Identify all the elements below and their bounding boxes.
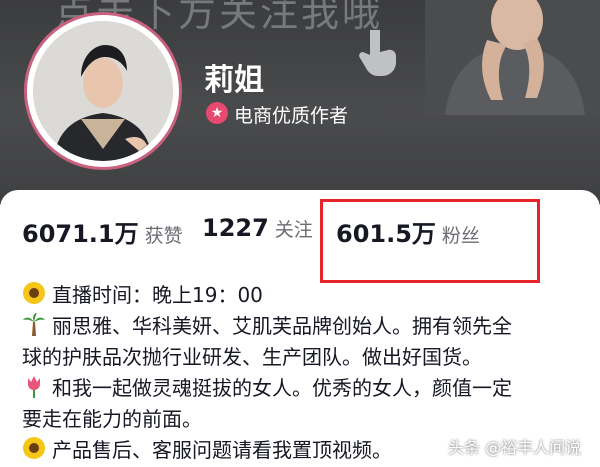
stat-likes-value: 6071.1万 <box>22 220 139 248</box>
profile-info-card: 6071.1万 获赞 1227 关注 601.5万 粉丝 直播时间：晚上19：00 丽… <box>0 190 600 467</box>
followers-highlight-box <box>320 199 540 283</box>
certification-badge-icon: ★ <box>206 102 228 124</box>
bio-text: 和我一起做灵魂挺拔的女人。优秀的女人，颜值一定 <box>52 376 512 400</box>
sunflower-icon <box>23 437 45 459</box>
bio-text: 直播时间：晚上19：00 <box>52 283 263 307</box>
certification-label: 电商优质作者 <box>234 105 349 127</box>
bio-line: 直播时间：晚上19：00 <box>22 280 592 311</box>
bio-line: 要走在能力的前面。 <box>22 404 592 435</box>
stat-following[interactable]: 1227 关注 <box>202 214 313 242</box>
stat-following-label: 关注 <box>274 219 313 241</box>
stat-likes[interactable]: 6071.1万 获赞 <box>22 214 183 249</box>
watermark-text: 头条 @裕丰人间说 <box>448 438 582 457</box>
avatar[interactable] <box>33 21 173 161</box>
banner-person-image <box>425 0 600 115</box>
bio-text: 丽思雅、华科美妍、艾肌芙品牌创始人。拥有领先全 <box>52 314 512 338</box>
bio-line: 球的护肤品次抛行业研发、生产团队。做出好国货。 <box>22 342 592 373</box>
stat-likes-label: 获赞 <box>144 225 183 247</box>
bio-text: 要走在能力的前面。 <box>22 407 202 431</box>
profile-name: 莉姐 <box>204 63 264 98</box>
palm-tree-icon <box>23 313 45 336</box>
bio-line: 和我一起做灵魂挺拔的女人。优秀的女人，颜值一定 <box>22 373 592 404</box>
tulip-icon <box>28 376 40 398</box>
avatar-portrait-image <box>33 21 173 161</box>
bio-line: 丽思雅、华科美妍、艾肌芙品牌创始人。拥有领先全 <box>22 311 592 342</box>
bio-text: 球的护肤品次抛行业研发、生产团队。做出好国货。 <box>22 345 482 369</box>
sunflower-icon <box>23 282 45 304</box>
pointing-hand-icon <box>359 30 396 76</box>
stat-following-value: 1227 <box>202 214 269 242</box>
bio-text: 产品售后、客服问题请看我置顶视频。 <box>52 438 392 462</box>
